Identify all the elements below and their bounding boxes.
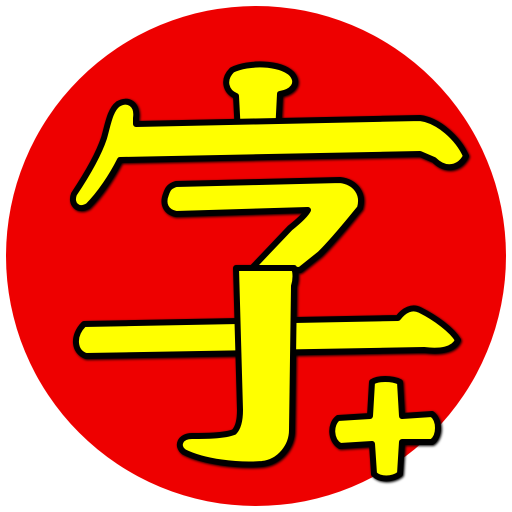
app-icon: 字 + [0,0,512,512]
icon-graphic: 字 + [6,6,506,506]
